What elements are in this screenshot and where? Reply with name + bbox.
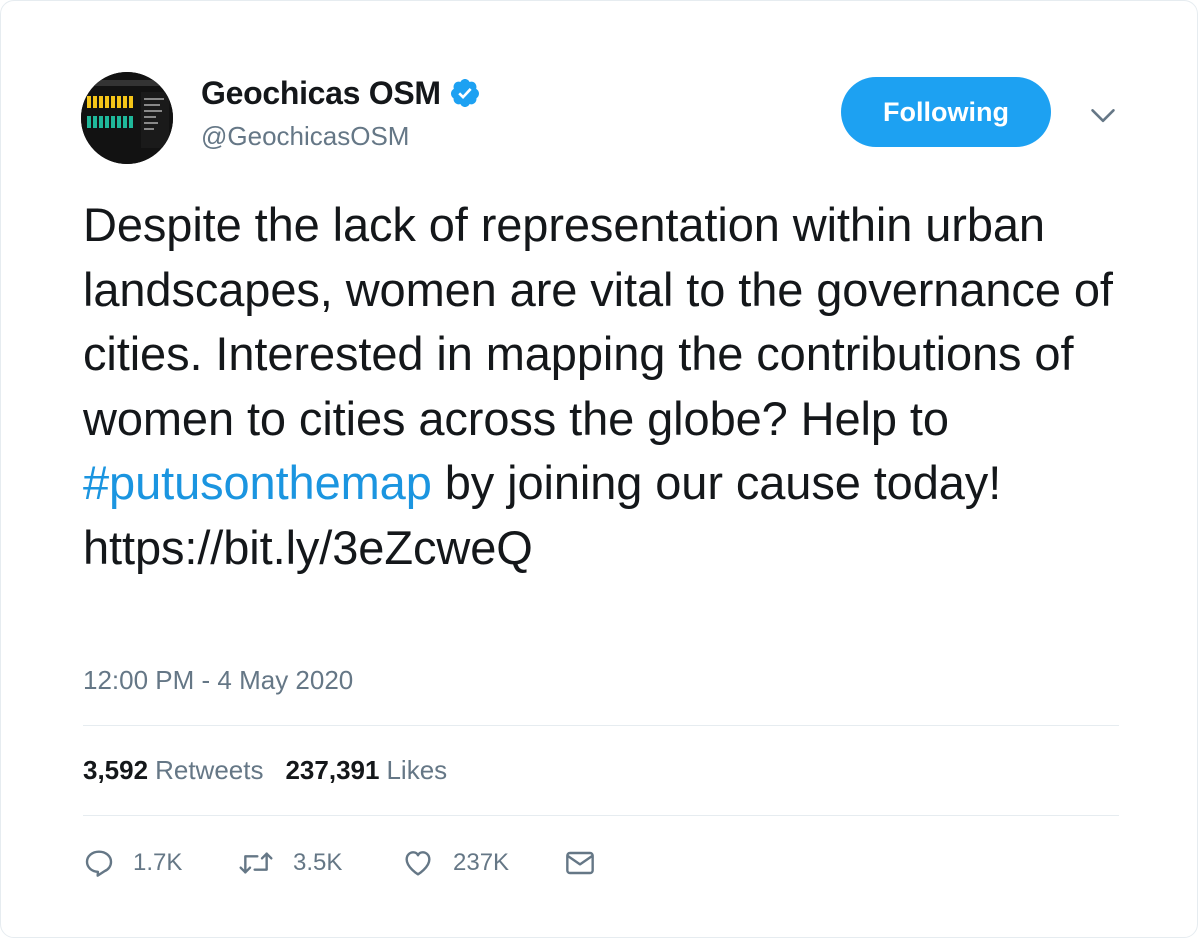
hashtag-link[interactable]: #putusonthemap	[83, 456, 432, 509]
like-button[interactable]: 237K	[401, 847, 563, 879]
engagement-stats: 3,592 Retweets 237,391 Likes	[83, 755, 469, 786]
verified-badge-icon	[450, 79, 479, 107]
likes-count: 237,391	[285, 755, 380, 785]
author-handle[interactable]: @GeochicasOSM	[201, 121, 409, 152]
divider	[83, 725, 1119, 726]
retweets-count: 3,592	[83, 755, 149, 785]
envelope-icon	[566, 851, 594, 875]
action-bar: 1.7K 3.5K 237K	[83, 839, 597, 887]
retweets-label: Retweets	[155, 755, 264, 785]
retweet-icon	[239, 852, 273, 874]
direct-message-button[interactable]	[563, 847, 597, 879]
retweet-button[interactable]: 3.5K	[237, 847, 401, 879]
likes-label: Likes	[386, 755, 448, 785]
avatar[interactable]	[81, 72, 173, 164]
divider	[83, 815, 1119, 816]
avatar-image-icon	[81, 72, 173, 164]
likes-stat[interactable]: 237,391 Likes	[285, 755, 447, 786]
tweet-card: Geochicas OSM @GeochicasOSM Following De…	[0, 0, 1198, 938]
heart-icon	[405, 851, 431, 876]
retweets-stat[interactable]: 3,592 Retweets	[83, 755, 263, 786]
retweet-count: 3.5K	[293, 849, 343, 876]
reply-icon	[85, 850, 113, 877]
tweet-timestamp[interactable]: 12:00 PM - 4 May 2020	[83, 665, 353, 696]
following-button[interactable]: Following	[841, 77, 1051, 147]
author-name-row: Geochicas OSM	[201, 73, 481, 113]
reply-button[interactable]: 1.7K	[83, 847, 237, 879]
like-count: 237K	[453, 849, 510, 876]
tweet-text: Despite the lack of representation withi…	[83, 193, 1133, 580]
chevron-down-icon[interactable]	[1089, 101, 1117, 129]
author-display-name[interactable]: Geochicas OSM	[201, 75, 441, 112]
tweet-text-before: Despite the lack of representation withi…	[83, 198, 1113, 445]
reply-count: 1.7K	[133, 849, 183, 876]
